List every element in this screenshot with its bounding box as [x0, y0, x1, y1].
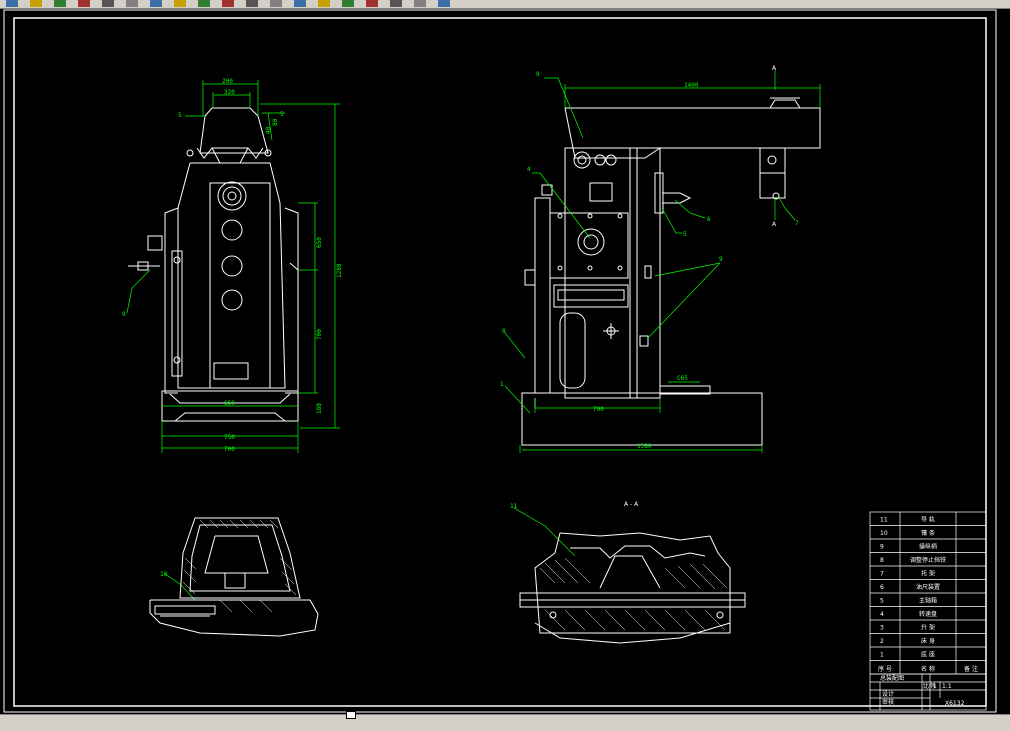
table-row-number: 9	[880, 544, 884, 551]
svg-text:5: 5	[178, 112, 182, 119]
properties-icon[interactable]	[318, 0, 330, 7]
paste-icon[interactable]	[150, 0, 162, 7]
svg-text:1: 1	[933, 683, 937, 690]
svg-text:80: 80	[272, 118, 279, 126]
text-icon[interactable]	[342, 0, 354, 7]
table-row-name: 托 架	[921, 570, 935, 578]
side-view-dim-text: 1400 1380 790 C65 A A 9 4 6 7 5 8 1 9	[500, 65, 799, 450]
svg-text:6: 6	[707, 216, 711, 223]
svg-text:700: 700	[224, 446, 235, 453]
print-icon[interactable]	[78, 0, 90, 7]
table-row-name: 操纵柄	[919, 543, 937, 551]
status-grip-icon[interactable]	[346, 711, 356, 719]
svg-text:A - A: A - A	[624, 501, 639, 508]
svg-text:7: 7	[795, 220, 799, 227]
table-row-name: 调整停止挡铁	[910, 556, 946, 564]
table-row-number: 11	[880, 517, 888, 524]
svg-text:9: 9	[536, 71, 540, 78]
section-view-right	[519, 532, 746, 644]
inner-frame	[13, 17, 987, 707]
table-row-number: 4	[880, 611, 884, 618]
svg-text:A: A	[772, 65, 777, 72]
svg-text:1:1: 1:1	[942, 683, 952, 690]
open-icon[interactable]	[30, 0, 42, 7]
svg-text:750: 750	[224, 434, 235, 441]
zoom-realtime-icon[interactable]	[246, 0, 258, 7]
svg-text:X6132: X6132	[945, 700, 965, 707]
svg-text:A: A	[772, 221, 777, 228]
side-view-dimensions	[164, 70, 821, 601]
svg-text:C65: C65	[677, 375, 688, 382]
svg-text:审核: 审核	[882, 698, 894, 706]
section-view-text: A - A 11 10	[160, 501, 639, 578]
header-remark: 备 注	[964, 665, 978, 673]
svg-text:10: 10	[160, 571, 168, 578]
table-row-number: 5	[880, 598, 884, 605]
pan-icon[interactable]	[222, 0, 234, 7]
table-row-name: 底 座	[921, 651, 935, 659]
side-view	[521, 97, 821, 446]
svg-text:8: 8	[502, 328, 506, 335]
svg-text:1280: 1280	[336, 263, 343, 278]
svg-text:总装配图: 总装配图	[880, 674, 904, 682]
table-row-number: 10	[880, 530, 888, 537]
table-row-name: 升 架	[921, 624, 935, 632]
table-row-name: 油尺装置	[916, 583, 940, 591]
save-icon[interactable]	[54, 0, 66, 7]
svg-text:1: 1	[500, 381, 504, 388]
table-row-number: 8	[880, 557, 884, 564]
header-no: 序 号	[878, 665, 892, 673]
table-row-number: 6	[880, 584, 884, 591]
table-row-number: 1	[880, 652, 884, 659]
svg-text:700: 700	[316, 329, 323, 340]
cut-icon[interactable]	[102, 0, 114, 7]
copy-icon[interactable]	[126, 0, 138, 7]
new-icon[interactable]	[6, 0, 18, 7]
table-row-name: 导 轨	[921, 516, 935, 524]
table-row-name: 主轴箱	[919, 597, 937, 605]
zoom-window-icon[interactable]	[270, 0, 282, 7]
svg-text:650: 650	[316, 237, 323, 248]
layer-state-icon[interactable]	[414, 0, 426, 7]
redo-icon[interactable]	[198, 0, 210, 7]
svg-text:设计: 设计	[882, 690, 894, 698]
svg-text:5: 5	[280, 111, 284, 118]
header-name: 名 称	[921, 665, 935, 673]
table-row-name: 转速盘	[919, 610, 937, 618]
table-row-number: 7	[880, 571, 884, 578]
svg-text:5: 5	[683, 231, 687, 238]
table-row-name: 床 身	[921, 637, 935, 645]
svg-text:11: 11	[510, 503, 518, 510]
svg-text:9: 9	[122, 311, 126, 318]
zoom-previous-icon[interactable]	[294, 0, 306, 7]
undo-icon[interactable]	[174, 0, 186, 7]
parts-list-rows: 11 导 轨 10 镶 条 9 操纵柄 8 调整停止挡铁 7 托 架 6 油尺装置 5 主轴箱 4 转速盘 3 升…	[870, 516, 986, 673]
svg-text:650: 650	[224, 400, 235, 407]
status-bar	[0, 711, 1010, 731]
svg-text:200: 200	[222, 78, 233, 85]
svg-text:320: 320	[224, 89, 235, 96]
section-view-left	[149, 517, 319, 637]
table-row-number: 3	[880, 625, 884, 632]
svg-text:1400: 1400	[684, 82, 699, 89]
svg-text:9: 9	[719, 256, 723, 263]
svg-text:4: 4	[527, 166, 531, 173]
table-icon[interactable]	[366, 0, 378, 7]
color-icon[interactable]	[438, 0, 450, 7]
svg-text:1380: 1380	[637, 443, 652, 450]
svg-text:790: 790	[593, 406, 604, 413]
table-row-number: 2	[880, 638, 884, 645]
table-row-name: 镶 条	[921, 529, 935, 537]
front-view	[128, 107, 299, 422]
cad-drawing-area[interactable]: 200 320 5 5 80 40 1280 650 700 180 650 7…	[0, 8, 1010, 714]
outer-frame	[3, 9, 997, 713]
layer-icon[interactable]	[390, 0, 402, 7]
svg-text:40: 40	[265, 126, 272, 134]
svg-text:180: 180	[316, 403, 323, 414]
section-right-hatch	[539, 557, 728, 631]
